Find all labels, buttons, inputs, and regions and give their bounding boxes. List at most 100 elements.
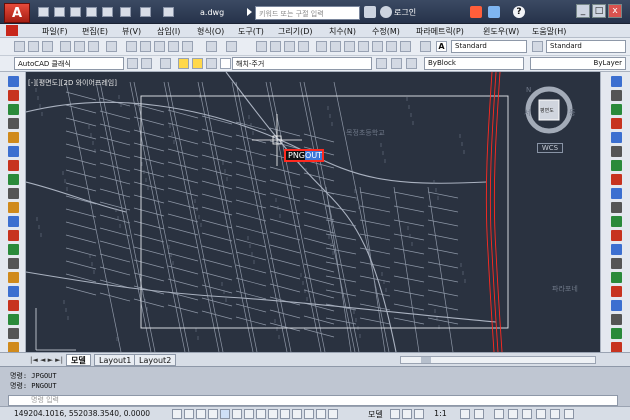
menu-help[interactable]: 도움말(H)	[532, 26, 566, 37]
modify-tool-1-icon[interactable]	[611, 90, 622, 101]
text-style-a-icon[interactable]: A	[436, 41, 447, 52]
tab-nav-arrows[interactable]: |◄ ◄ ► ►|	[30, 356, 63, 364]
snap-mode-icon[interactable]	[172, 409, 182, 419]
draw-tool-0-icon[interactable]	[8, 76, 19, 87]
menu-draw[interactable]: 그리기(D)	[278, 26, 312, 37]
linetype-dropdown[interactable]: ByLayer	[530, 57, 626, 70]
draw-tool-15-icon[interactable]	[8, 286, 19, 297]
3d-dwf-icon[interactable]	[106, 41, 117, 52]
wcs-menu[interactable]: WCS	[537, 143, 563, 153]
draw-tool-8-icon[interactable]	[8, 188, 19, 199]
horizontal-scrollbar[interactable]	[400, 356, 596, 364]
menu-window[interactable]: 윈도우(W)	[483, 26, 519, 37]
draw-tool-11-icon[interactable]	[8, 230, 19, 241]
modify-tool-17-icon[interactable]	[611, 314, 622, 325]
zoom-window-icon[interactable]	[284, 41, 295, 52]
help-icon[interactable]	[400, 41, 411, 52]
redo-icon[interactable]	[163, 7, 174, 17]
draw-tool-17-icon[interactable]	[8, 314, 19, 325]
draw-tool-2-icon[interactable]	[8, 104, 19, 115]
modify-tool-6-icon[interactable]	[611, 160, 622, 171]
isolate-objects-icon[interactable]	[522, 409, 532, 419]
modify-tool-5-icon[interactable]	[611, 146, 622, 157]
help-icon[interactable]: ?	[513, 6, 525, 18]
plot-icon[interactable]	[60, 41, 71, 52]
command-input[interactable]: 명령 입력	[8, 395, 618, 406]
sun-icon[interactable]	[192, 58, 203, 69]
tab-model[interactable]: 모델	[66, 354, 91, 366]
markup-icon[interactable]	[372, 41, 383, 52]
app-menu-icon[interactable]	[6, 25, 18, 36]
open-file-icon[interactable]	[54, 7, 65, 17]
paste-icon[interactable]	[154, 41, 165, 52]
ortho-mode-icon[interactable]	[196, 409, 206, 419]
match-properties-icon[interactable]	[168, 41, 179, 52]
menu-parametric[interactable]: 파라메트릭(P)	[416, 26, 464, 37]
menu-tools[interactable]: 도구(T)	[238, 26, 264, 37]
lightbulb-icon[interactable]	[178, 58, 189, 69]
clean-screen-icon[interactable]	[564, 409, 574, 419]
pan-hand-icon[interactable]	[256, 41, 267, 52]
color-dropdown[interactable]: ByBlock	[424, 57, 524, 70]
redo-icon[interactable]	[226, 41, 237, 52]
print-icon[interactable]	[120, 7, 131, 17]
draw-tool-4-icon[interactable]	[8, 132, 19, 143]
minimize-icon[interactable]: _	[576, 4, 590, 18]
modify-tool-18-icon[interactable]	[611, 328, 622, 339]
draw-tool-6-icon[interactable]	[8, 160, 19, 171]
modify-tool-13-icon[interactable]	[611, 258, 622, 269]
help-ring-icon[interactable]	[488, 6, 500, 18]
scrollbar-thumb[interactable]	[421, 357, 431, 363]
annotation-monitor-icon[interactable]	[328, 409, 338, 419]
login-link[interactable]: 로그인	[394, 7, 416, 18]
save-as-icon[interactable]	[86, 7, 97, 17]
tab-layout2[interactable]: Layout2	[134, 354, 177, 366]
viewport-controls[interactable]: [-][평면도][2D 와이어프레임]	[28, 78, 117, 88]
model-space-button[interactable]: 모델	[368, 409, 383, 420]
zoom-previous-icon[interactable]	[298, 41, 309, 52]
new-file-icon[interactable]	[38, 7, 49, 17]
dynamic-input-icon[interactable]	[268, 409, 278, 419]
quick-view-layouts-icon[interactable]	[390, 409, 400, 419]
lock-icon[interactable]	[206, 58, 217, 69]
maximize-icon[interactable]: □	[592, 4, 606, 18]
layer-properties-icon[interactable]	[160, 58, 171, 69]
autocad-logo-button[interactable]: A	[4, 3, 30, 23]
menu-view[interactable]: 뷰(V)	[122, 26, 141, 37]
modify-tool-14-icon[interactable]	[611, 272, 622, 283]
layer-previous-icon[interactable]	[391, 58, 402, 69]
menu-dimension[interactable]: 치수(N)	[329, 26, 356, 37]
lineweight-icon[interactable]	[280, 409, 290, 419]
hardware-acceleration-icon[interactable]	[536, 409, 546, 419]
modify-tool-2-icon[interactable]	[611, 104, 622, 115]
menu-format[interactable]: 형식(O)	[197, 26, 224, 37]
undo-icon[interactable]	[140, 7, 151, 17]
menu-edit[interactable]: 편집(E)	[82, 26, 108, 37]
copy-icon[interactable]	[140, 41, 151, 52]
dim-style-icon[interactable]	[532, 41, 543, 52]
undo-icon[interactable]	[206, 41, 217, 52]
search-input[interactable]: 키워드 또는 구절 입력	[255, 6, 360, 20]
modify-tool-11-icon[interactable]	[611, 230, 622, 241]
binoculars-icon[interactable]	[364, 6, 376, 18]
publish-icon[interactable]	[88, 41, 99, 52]
annotation-visibility-icon[interactable]	[460, 409, 470, 419]
plot-icon[interactable]	[102, 7, 113, 17]
modify-tool-10-icon[interactable]	[611, 216, 622, 227]
draw-tool-12-icon[interactable]	[8, 244, 19, 255]
workspace-settings-icon[interactable]	[127, 58, 138, 69]
layer-color-icon[interactable]	[220, 58, 231, 69]
tab-layout1[interactable]: Layout1	[94, 354, 137, 366]
close-icon[interactable]: x	[608, 4, 622, 18]
layer-state-icon[interactable]	[406, 58, 417, 69]
save-icon[interactable]	[70, 7, 81, 17]
lock-ui-icon[interactable]	[508, 409, 518, 419]
text-style-dropdown[interactable]: Standard	[451, 40, 527, 53]
draw-tool-7-icon[interactable]	[8, 174, 19, 185]
quick-view-drawings-icon[interactable]	[402, 409, 412, 419]
play-arrow-icon[interactable]	[247, 8, 252, 16]
modify-tool-8-icon[interactable]	[611, 188, 622, 199]
customize-icon[interactable]	[141, 58, 152, 69]
ducs-icon[interactable]	[256, 409, 266, 419]
modify-tool-12-icon[interactable]	[611, 244, 622, 255]
